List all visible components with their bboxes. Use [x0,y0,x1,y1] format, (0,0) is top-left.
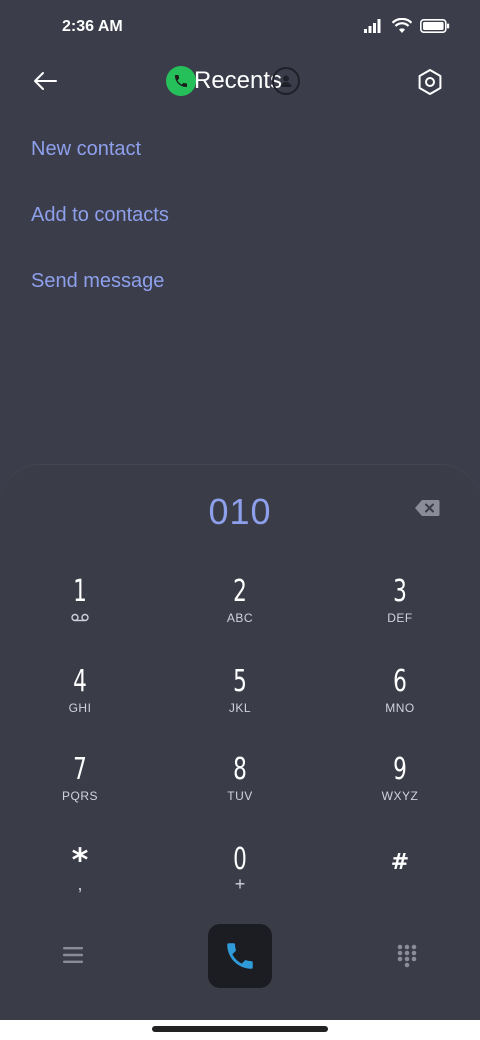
battery-icon [420,19,450,33]
status-icons [364,18,450,34]
key-8[interactable]: 8 TUV [190,753,290,823]
key-5[interactable]: 5 JKL [190,665,290,735]
key-letters: + [234,874,246,894]
key-hash[interactable]: # [350,843,450,913]
key-digit: 7 [73,752,87,787]
key-digit: * [71,841,89,879]
key-digit: # [390,850,410,875]
key-9[interactable]: 9 WXYZ [350,753,450,823]
hamburger-menu-icon[interactable] [62,945,84,965]
signal-icon [364,19,381,33]
key-star[interactable]: * , [30,843,130,913]
key-1[interactable]: 1 [30,575,130,645]
status-time: 2:36 AM [62,18,123,35]
dialpad-icon[interactable] [396,944,418,968]
phone-badge-icon [166,66,196,96]
status-bar: 2:36 AM [0,0,480,56]
page-title: Recents [194,67,283,94]
settings-icon[interactable] [416,68,444,96]
key-letters: GHI [68,701,92,715]
key-letters: TUV [227,789,253,803]
wifi-icon [392,18,412,33]
key-digit: 9 [393,752,407,787]
phone-icon [227,943,253,969]
key-digit: 4 [73,664,87,699]
backspace-icon[interactable] [414,499,440,517]
key-letters: , [77,874,83,894]
key-4[interactable]: 4 GHI [30,665,130,735]
key-digit: 0 [233,842,247,877]
add-to-contacts-button[interactable]: Add to contacts [31,196,169,262]
key-letters: WXYZ [381,789,419,803]
back-arrow-icon[interactable] [30,66,60,96]
dial-panel: 010 1 2 ABC 3 DEF 4 GHI 5 JKL 6 MNO 7 PQ… [0,464,480,1020]
key-digit: 2 [233,574,247,609]
key-letters: DEF [387,611,413,625]
key-digit: 6 [393,664,407,699]
home-indicator[interactable] [152,1026,328,1032]
voicemail-icon [71,613,89,622]
key-0[interactable]: 0 + [190,843,290,913]
send-message-button[interactable]: Send message [31,262,169,328]
dialed-number: 010 [208,491,272,532]
key-letters: JKL [228,701,252,715]
key-3[interactable]: 3 DEF [350,575,450,645]
key-digit: 8 [233,752,247,787]
key-digit: 1 [73,574,87,609]
key-letters: MNO [385,701,415,715]
key-7[interactable]: 7 PQRS [30,753,130,823]
new-contact-button[interactable]: New contact [31,130,169,196]
key-letters: PQRS [61,789,98,803]
dialer-screen: 2:36 AM Recents New contact Add to conta… [0,0,480,1020]
app-header: Recents [0,56,480,106]
key-letters: ABC [226,611,254,625]
title-group: Recents [166,64,301,98]
key-2[interactable]: 2 ABC [190,575,290,645]
call-button[interactable] [208,924,272,988]
key-6[interactable]: 6 MNO [350,665,450,735]
key-digit: 3 [393,574,407,609]
key-digit: 5 [233,664,247,699]
number-actions-menu: New contact Add to contacts Send message [31,130,169,328]
person-icon[interactable] [272,67,301,95]
